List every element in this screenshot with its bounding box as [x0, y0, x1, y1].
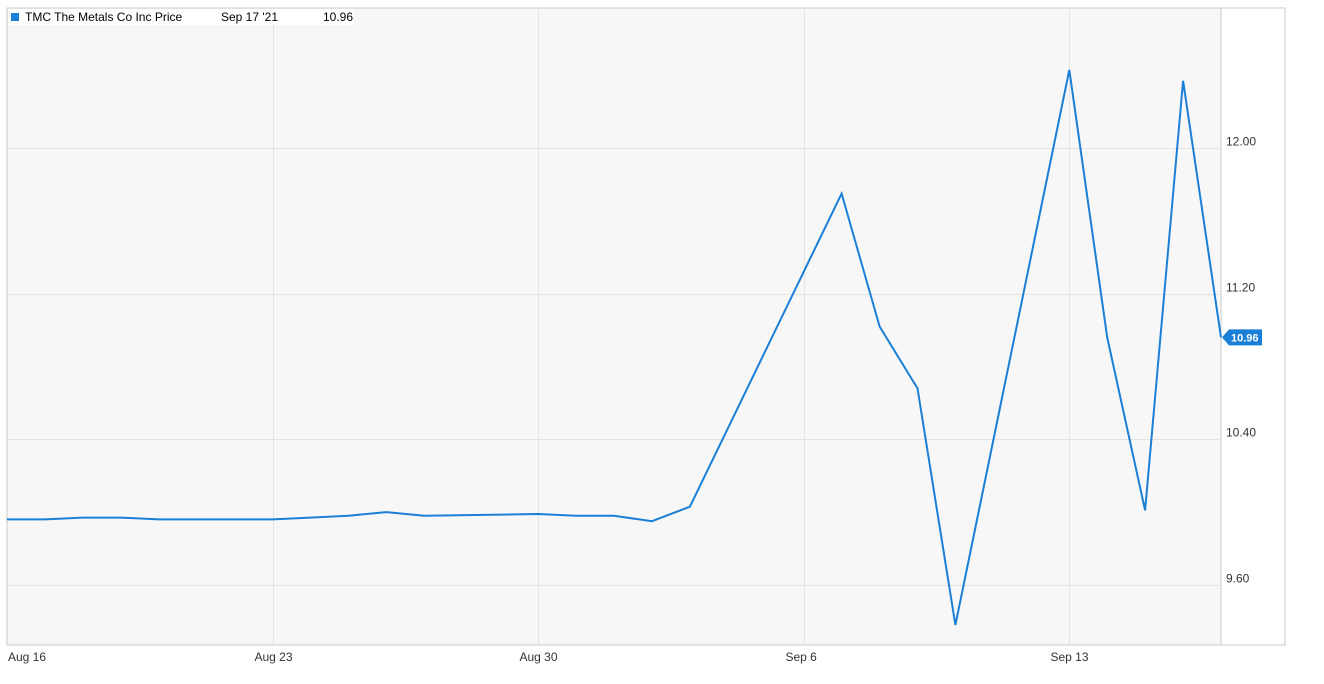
price-data-point [423, 514, 426, 517]
price-data-point [1068, 68, 1071, 71]
price-data-point [81, 516, 84, 519]
y-tick-label: 12.00 [1226, 135, 1256, 149]
price-data-point [6, 518, 9, 521]
price-chart: Aug 16 Aug 23 Aug 30 Sep 6 Sep 13 12.00 11.20… [0, 0, 1324, 684]
x-tick-label: Aug 23 [255, 650, 293, 664]
x-tick-label: Aug 30 [520, 650, 558, 664]
price-data-point [43, 518, 46, 521]
price-data-point [309, 516, 312, 519]
x-axis-ticks: Aug 16 Aug 23 Aug 30 Sep 6 Sep 13 [8, 650, 1089, 664]
price-data-point [347, 514, 350, 517]
y-tick-label: 10.40 [1226, 426, 1256, 440]
price-data-point [1106, 336, 1109, 339]
price-data-point [575, 514, 578, 517]
x-tick-label: Sep 13 [1051, 650, 1089, 664]
y-tick-label: 11.20 [1226, 281, 1255, 295]
price-data-point [650, 520, 653, 523]
legend-value: 10.96 [323, 10, 353, 24]
price-data-point [916, 387, 919, 390]
price-data-point [271, 518, 274, 521]
legend-date: Sep 17 '21 [221, 10, 278, 24]
price-data-point [385, 511, 388, 514]
price-data-point [688, 505, 691, 508]
plot-area [6, 7, 1222, 646]
price-data-point [878, 325, 881, 328]
current-price-badge: 10.96 [1222, 329, 1262, 346]
legend-color-square [11, 13, 19, 21]
price-data-point [1182, 79, 1185, 82]
price-data-point [613, 514, 616, 517]
price-data-point [119, 516, 122, 519]
legend-series-name: TMC The Metals Co Inc Price [25, 10, 182, 24]
legend: TMC The Metals Co Inc Price Sep 17 '21 1… [8, 9, 353, 25]
price-data-point [537, 513, 540, 516]
price-data-point [954, 624, 957, 627]
x-tick-label: Aug 16 [8, 650, 46, 664]
price-data-point [1144, 509, 1147, 512]
x-tick-label: Sep 6 [786, 650, 818, 664]
price-data-point [840, 192, 843, 195]
y-tick-label: 9.60 [1226, 572, 1250, 586]
chart-canvas: Aug 16 Aug 23 Aug 30 Sep 6 Sep 13 12.00 11.20… [6, 7, 1286, 664]
current-price-label: 10.96 [1231, 332, 1259, 344]
price-data-point [157, 518, 160, 521]
right-axis-panel [1220, 7, 1286, 646]
